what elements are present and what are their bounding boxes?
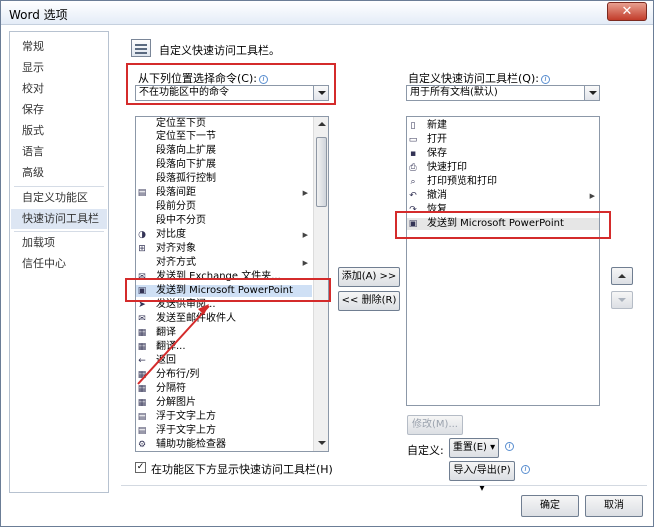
powerpoint-icon: ▣ bbox=[408, 219, 418, 229]
modify-button[interactable]: 修改(M)... bbox=[407, 415, 463, 435]
submenu-arrow-icon: ▶ bbox=[589, 192, 595, 200]
move-up-button[interactable] bbox=[611, 267, 633, 285]
print-preview-icon: ⌕ bbox=[410, 177, 416, 187]
ok-button[interactable]: 确定 bbox=[521, 495, 579, 517]
info-icon: i bbox=[521, 465, 530, 474]
list-item-selected[interactable]: ▣ 发送到 Microsoft PowerPoint bbox=[407, 218, 599, 230]
custom-label: 自定义: bbox=[407, 444, 444, 457]
cancel-button[interactable]: 取消 bbox=[585, 495, 643, 517]
list-item[interactable]: ⌕ 打印预览和打印 bbox=[407, 176, 599, 188]
list-item-label: 快速打印 bbox=[427, 162, 467, 173]
list-item[interactable]: ⎙ 快速打印 bbox=[407, 162, 599, 174]
list-item-label: 保存 bbox=[427, 148, 447, 159]
list-item[interactable]: ↶ 撤消 ▶ bbox=[407, 190, 599, 202]
move-down-button[interactable] bbox=[611, 291, 633, 309]
customize-toolbar-dropdown[interactable]: 用于所有文档(默认) bbox=[406, 85, 600, 101]
show-below-ribbon-label: 在功能区下方显示快速访问工具栏(H) bbox=[151, 463, 333, 476]
list-item-label: 发送到 Microsoft PowerPoint bbox=[427, 218, 564, 229]
divider bbox=[121, 485, 647, 486]
redo-icon: ↷ bbox=[409, 205, 417, 215]
info-icon: i bbox=[540, 75, 550, 84]
undo-icon: ↶ bbox=[409, 191, 417, 201]
add-button[interactable]: 添加(A) >> bbox=[338, 267, 400, 287]
word-options-dialog: Word 选项 ✕ 常规 显示 校对 保存 版式 语言 高级 自定义功能区 快速… bbox=[0, 0, 654, 527]
arrow-down-icon bbox=[618, 298, 626, 302]
save-icon: ▪ bbox=[409, 149, 417, 159]
open-folder-icon: ▭ bbox=[408, 135, 418, 145]
list-item[interactable]: ▭ 打开 bbox=[407, 134, 599, 146]
info-icon: i bbox=[505, 442, 514, 451]
show-below-ribbon-checkbox[interactable]: ✓ bbox=[135, 462, 146, 473]
list-item-label: 恢复 bbox=[427, 204, 447, 215]
list-item[interactable]: ▪ 保存 bbox=[407, 148, 599, 160]
toolbar-items-list[interactable]: ▯ 新建 ▭ 打开 ▪ 保存 ⎙ 快速打印 ⌕ 打印预览和打印 ↶ 撤消 ▶ ↷ 恢复 ▣ 发送到… bbox=[406, 116, 600, 406]
list-item-label: 新建 bbox=[427, 120, 447, 131]
list-item-label: 撤消 bbox=[427, 190, 447, 201]
reset-button[interactable]: 重置(E) ▾ bbox=[449, 438, 499, 458]
chevron-down-icon[interactable] bbox=[584, 86, 599, 100]
customize-toolbar-text: 自定义快速访问工具栏(Q): bbox=[408, 72, 539, 85]
remove-button[interactable]: << 删除(R) bbox=[338, 291, 400, 311]
print-icon: ⎙ bbox=[409, 163, 417, 173]
import-export-button[interactable]: 导入/导出(P) ▾ bbox=[449, 461, 515, 494]
list-item[interactable]: ▯ 新建 bbox=[407, 120, 599, 132]
customize-toolbar-value: 用于所有文档(默认) bbox=[410, 87, 498, 98]
list-item-label: 打印预览和打印 bbox=[427, 176, 497, 187]
list-item[interactable]: ↷ 恢复 bbox=[407, 204, 599, 216]
list-item-label: 打开 bbox=[427, 134, 447, 145]
customize-toolbar-label: 自定义快速访问工具栏(Q): i bbox=[408, 70, 550, 86]
new-doc-icon: ▯ bbox=[410, 121, 416, 131]
arrow-up-icon bbox=[618, 274, 626, 278]
